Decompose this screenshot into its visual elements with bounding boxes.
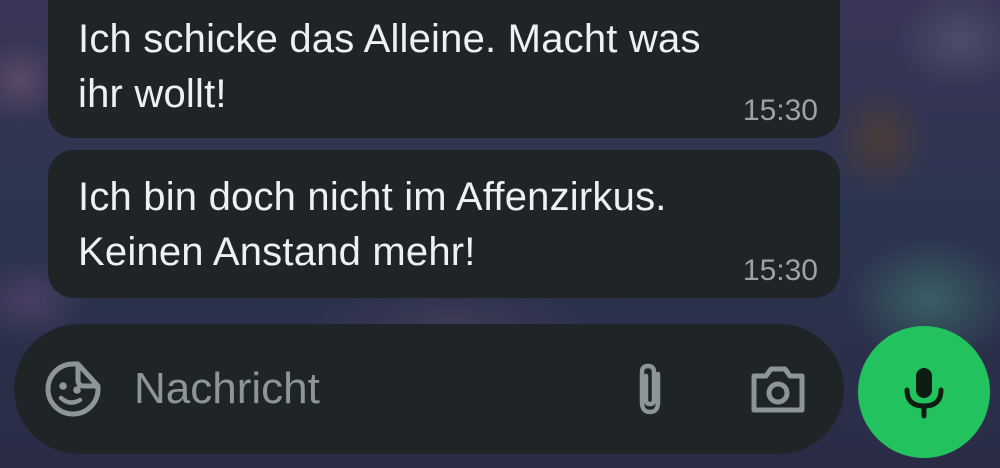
microphone-icon [904,368,944,419]
voice-message-button[interactable] [858,326,990,458]
message-text: Ich schicke das Alleine. Macht was ihr w… [78,12,701,122]
sticker-smiley-icon[interactable] [42,358,104,420]
paperclip-icon[interactable] [620,358,680,420]
message-input[interactable] [134,354,594,424]
message-text-line: Ich bin doch nicht im Affenzirkus. [78,175,667,219]
message-composer [14,324,844,454]
camera-icon[interactable] [746,358,810,420]
message-timestamp: 15:30 [742,254,818,287]
message-bubble[interactable]: Ich bin doch nicht im Affenzirkus. Keine… [48,150,840,298]
message-text-line: Keinen Anstand mehr! [78,230,476,274]
message-timestamp: 15:30 [742,94,818,127]
message-bubble[interactable]: Ich schicke das Alleine. Macht was ihr w… [48,0,840,138]
message-text-line: Ich schicke das Alleine. Macht was [78,17,701,61]
message-text: Ich bin doch nicht im Affenzirkus. Keine… [78,170,667,280]
message-text-line: ihr wollt! [78,72,227,116]
